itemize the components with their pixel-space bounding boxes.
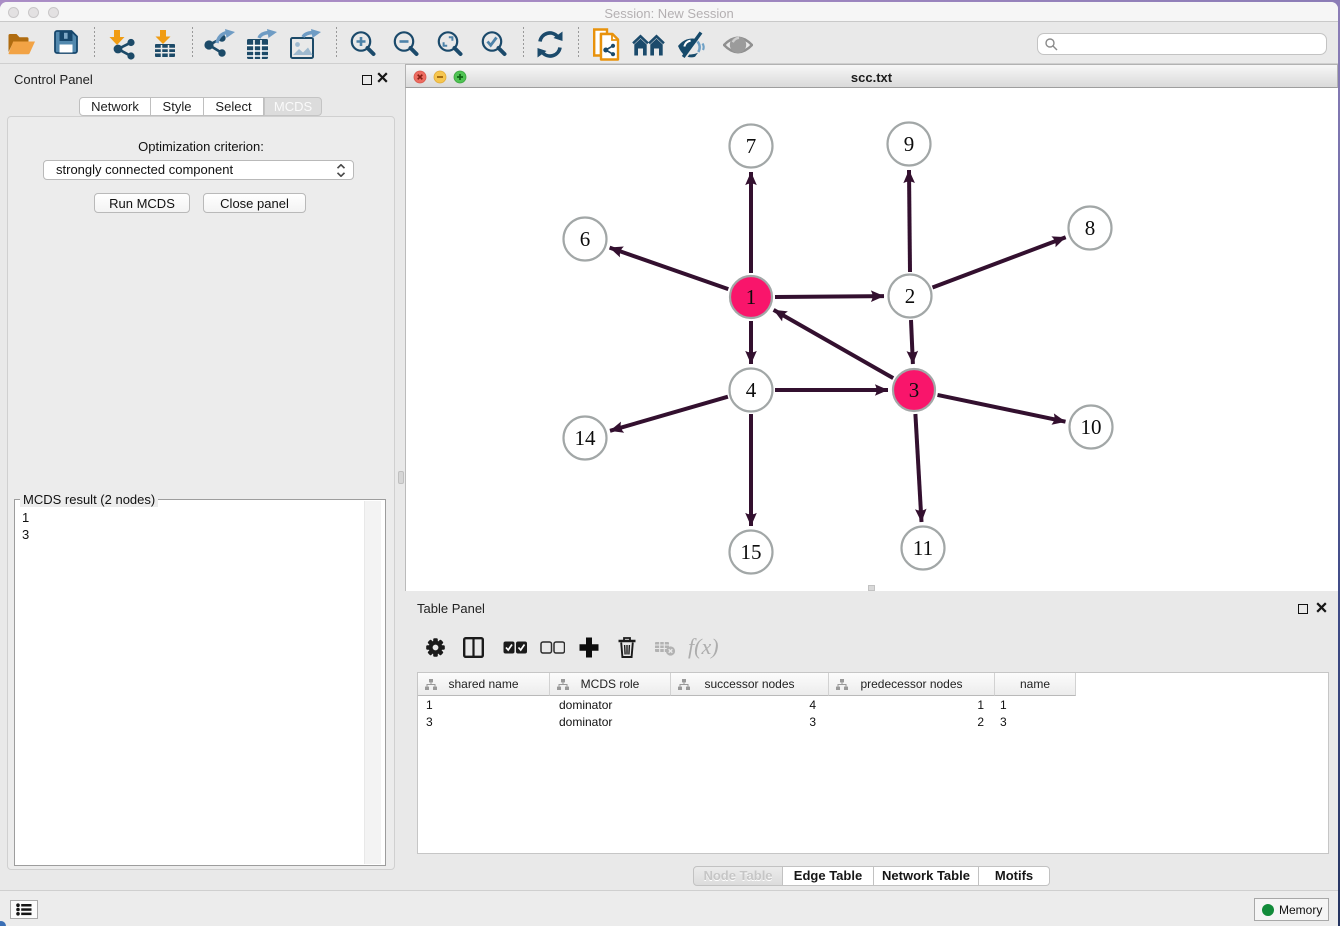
svg-text:11: 11 (913, 536, 933, 560)
svg-text:3: 3 (909, 378, 920, 402)
svg-text:1: 1 (746, 285, 757, 309)
svg-text:4: 4 (746, 378, 757, 402)
svg-text:15: 15 (741, 540, 762, 564)
svg-text:10: 10 (1081, 415, 1102, 439)
svg-text:8: 8 (1085, 216, 1096, 240)
svg-text:14: 14 (575, 426, 597, 450)
svg-text:6: 6 (580, 227, 591, 251)
svg-text:2: 2 (905, 284, 916, 308)
svg-text:7: 7 (746, 134, 757, 158)
svg-text:9: 9 (904, 132, 915, 156)
